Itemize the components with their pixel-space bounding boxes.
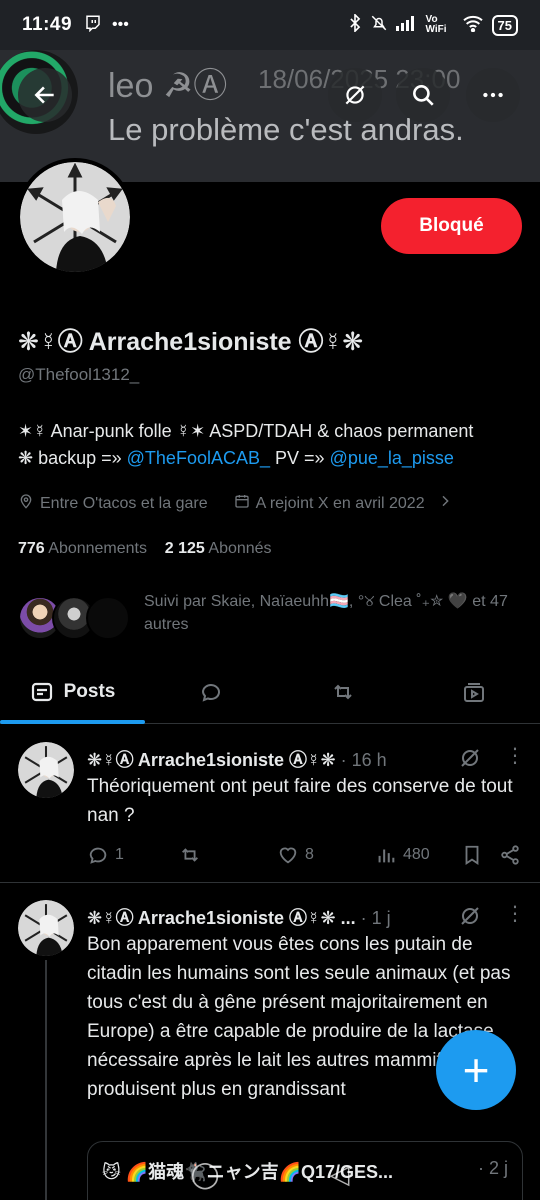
bookmark-icon (465, 845, 479, 865)
views-count: 480 (403, 846, 430, 863)
grok-button[interactable] (328, 68, 382, 122)
profile-tabs: Posts (0, 660, 540, 724)
twitch-icon (84, 14, 102, 37)
tweet-author[interactable]: ❋☿Ⓐ Arrache1sioniste Ⓐ☿❋ ... (87, 908, 356, 928)
blocked-button[interactable]: Bloqué (381, 198, 522, 254)
repost-button[interactable] (179, 844, 277, 866)
views-button[interactable]: 480 (375, 844, 461, 866)
following-count: 776 (18, 540, 45, 557)
followers-count: 2 125 (164, 540, 205, 557)
followers-label: Abonnés (208, 540, 272, 557)
tweet-author[interactable]: ❋☿Ⓐ Arrache1sioniste Ⓐ☿❋ (87, 750, 336, 770)
reply-count: 1 (115, 846, 124, 863)
followed-by-text: Suivi par Skaie, Naïaeuhh🏳️‍⚧️, °୪ Clea … (144, 593, 508, 633)
search-button[interactable] (396, 68, 450, 122)
compose-post-button[interactable]: + (436, 1030, 516, 1110)
profile-avatar[interactable] (16, 158, 134, 276)
battery-indicator: 75 (491, 14, 518, 36)
share-icon (501, 845, 519, 865)
tweet[interactable]: ❋☿Ⓐ Arrache1sioniste Ⓐ☿❋ · 16 h ⋮ Théori… (0, 742, 540, 882)
heart-icon (279, 847, 297, 864)
status-more-dots: ••• (112, 16, 129, 33)
tweet-text: Théoriquement ont peut faire des conserv… (87, 776, 513, 826)
quoted-tweet[interactable]: 😼 🌈猫魂🐈‍⬛ニャン吉🌈Q17/GES... · 2 j (87, 1141, 523, 1200)
grok-icon (345, 85, 365, 105)
bio-backup-text: ❋ backup =» (18, 448, 127, 468)
profile-bio: ✶☿ Anar-punk folle ☿✶ ASPD/TDAH & chaos … (18, 418, 528, 472)
bio-link-pv[interactable]: @pue_la_pisse (330, 448, 454, 468)
like-button[interactable]: 8 (277, 844, 375, 866)
status-bar: 11:49 ••• Vo WiFi 75 (0, 0, 540, 50)
tweet-actions: 1 8 480 (87, 840, 523, 870)
grok-icon[interactable] (458, 746, 482, 770)
tab-reposts[interactable] (277, 660, 409, 723)
posts-icon (31, 682, 52, 701)
quoted-tweet-header: 😼 🌈猫魂🐈‍⬛ニャン吉🌈Q17/GES... · 2 j (102, 1158, 508, 1184)
back-arrow-icon (34, 86, 54, 104)
search-icon (413, 85, 434, 106)
tweet-time: · 16 h (335, 750, 387, 770)
profile-display-name: ❋☿Ⓐ Arrache1sioniste Ⓐ☿❋ (18, 328, 364, 356)
repost-icon (182, 848, 198, 862)
views-icon (378, 849, 395, 863)
follower-avatar (86, 596, 130, 640)
bookmark-button[interactable] (461, 844, 499, 866)
reply-button[interactable]: 1 (87, 844, 179, 866)
like-count: 8 (305, 846, 314, 863)
bio-line-2: ❋ backup =» @TheFoolACAB_ PV =» @pue_la_… (18, 445, 528, 472)
calendar-icon (234, 493, 250, 514)
profile-location: Entre O'tacos et la gare (40, 494, 208, 512)
bio-pv-text: PV =» (270, 448, 330, 468)
wifi-icon (462, 14, 484, 36)
banner-ghost-name: leo ☭Ⓐ (108, 67, 228, 105)
tweet-time: · 1 j (355, 908, 391, 928)
bio-line-1: ✶☿ Anar-punk folle ☿✶ ASPD/TDAH & chaos … (18, 421, 474, 441)
status-time: 11:49 (22, 14, 73, 35)
more-vertical-icon[interactable]: ⋮ (505, 746, 525, 770)
following-link[interactable]: 776 Abonnements (18, 540, 147, 557)
profile-joined: A rejoint X en avril 2022 (255, 494, 425, 512)
reply-icon (89, 847, 107, 864)
back-button[interactable] (18, 68, 72, 122)
tab-replies[interactable] (145, 660, 277, 723)
followers-link[interactable]: 2 125 Abonnés (165, 540, 272, 557)
tweet-header: ❋☿Ⓐ Arrache1sioniste Ⓐ☿❋ · 16 h (87, 746, 387, 772)
mute-icon (370, 14, 388, 36)
profile-handle: @Thefool1312_ (18, 365, 140, 384)
more-button[interactable] (466, 68, 520, 122)
tweet-avatar[interactable] (18, 742, 74, 798)
bio-link-backup[interactable]: @TheFoolACAB_ (127, 448, 270, 468)
replies-icon (201, 683, 220, 702)
followed-by-row[interactable]: Suivi par Skaie, Naïaeuhh🏳️‍⚧️, °୪ Clea … (18, 590, 528, 650)
following-label: Abonnements (48, 540, 147, 557)
profile-meta: Entre O'tacos et la gare A rejoint X en … (18, 493, 528, 514)
grok-icon[interactable] (458, 904, 482, 928)
tab-posts-label: Posts (63, 680, 116, 702)
tweet-header: ❋☿Ⓐ Arrache1sioniste Ⓐ☿❋ ... · 1 j (87, 904, 391, 930)
profile-stats: 776 Abonnements 2 125 Abonnés (18, 540, 272, 558)
media-icon (464, 682, 485, 702)
thread-line (45, 960, 47, 1200)
tab-posts[interactable]: Posts (0, 660, 145, 724)
signal-icon (395, 15, 418, 35)
chevron-right-icon[interactable] (437, 493, 453, 514)
tab-media[interactable] (408, 660, 540, 723)
quoted-time: · 2 j (471, 1158, 508, 1179)
tweet-divider (0, 882, 540, 883)
tweet-avatar[interactable] (18, 900, 74, 956)
repost-icon (333, 684, 352, 699)
more-vertical-icon[interactable]: ⋮ (505, 904, 525, 928)
vowifi-icon: Vo WiFi (425, 14, 447, 35)
more-icon (483, 92, 503, 98)
bluetooth-icon (348, 12, 362, 36)
quoted-author: 😼 🌈猫魂🐈‍⬛ニャン吉🌈Q17/GES... (102, 1162, 394, 1182)
share-button[interactable] (499, 844, 521, 866)
location-icon (18, 493, 34, 514)
